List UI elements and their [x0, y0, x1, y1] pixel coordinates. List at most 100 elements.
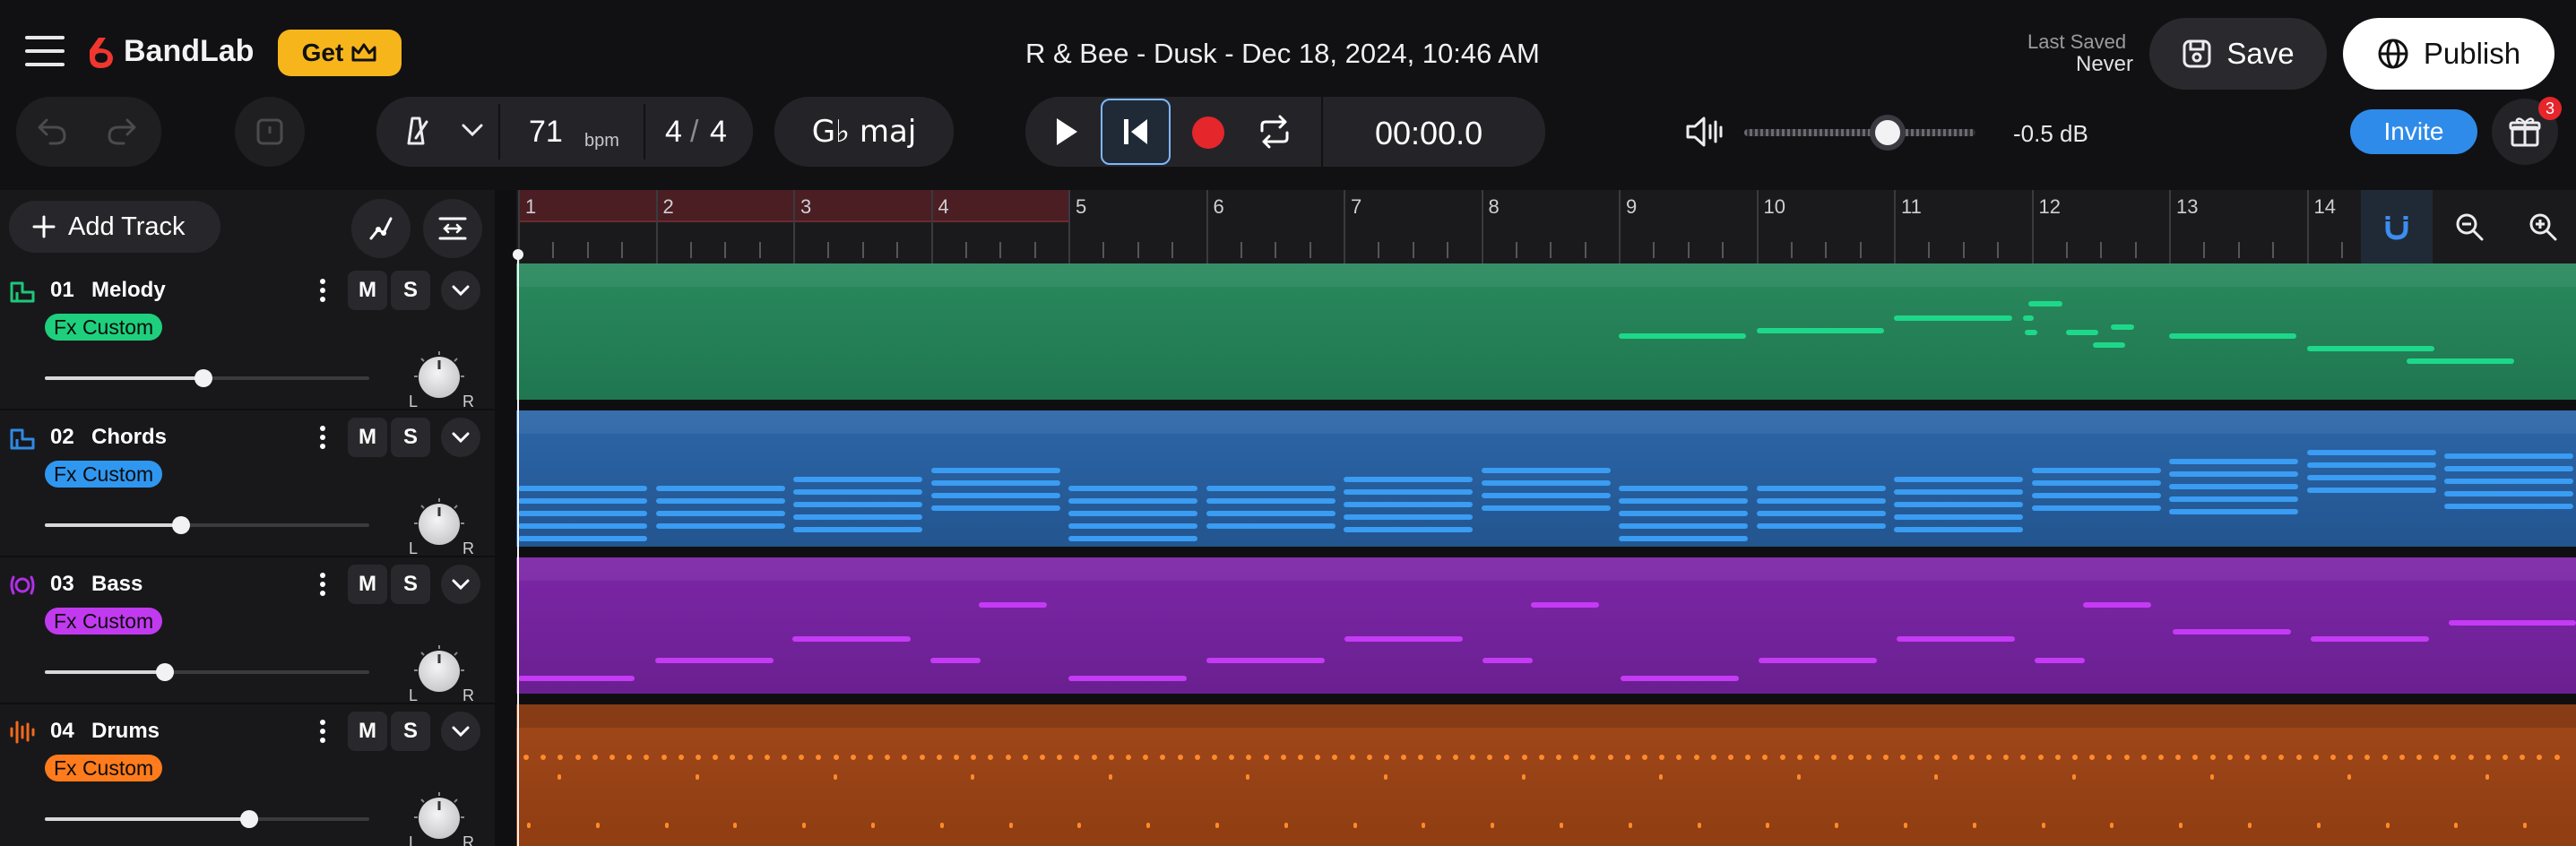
project-title[interactable]: R & Bee - Dusk - Dec 18, 2024, 10:46 AM	[1025, 38, 1540, 70]
master-volume-thumb[interactable]	[1870, 115, 1906, 151]
chords-lane[interactable]	[516, 410, 2576, 547]
save-button[interactable]: Save	[2149, 18, 2327, 90]
volume-icon[interactable]	[1685, 115, 1725, 149]
track-name[interactable]: Chords	[91, 425, 167, 450]
beat-tick	[896, 242, 899, 258]
track-lanes[interactable]	[516, 263, 2576, 846]
fx-preset-badge[interactable]: Fx Custom	[45, 755, 163, 781]
last-saved-value: Never	[2076, 52, 2134, 76]
playhead[interactable]	[517, 251, 519, 846]
drum-hit	[1831, 755, 1837, 760]
zoom-out-icon[interactable]	[2454, 212, 2485, 242]
tempo-value[interactable]: 71	[529, 115, 563, 150]
track-settings-button[interactable]	[423, 199, 482, 258]
drum-hit	[2451, 755, 2457, 760]
expand-track-button[interactable]	[441, 271, 480, 310]
expand-track-button[interactable]	[441, 712, 480, 751]
more-options-icon[interactable]	[319, 425, 326, 450]
mute-button[interactable]: M	[348, 271, 387, 310]
time-signature-numerator[interactable]: 4	[665, 115, 682, 150]
solo-button[interactable]: S	[391, 712, 430, 751]
track-volume-thumb[interactable]	[172, 516, 190, 534]
panel-toggle-button[interactable]	[235, 97, 305, 167]
midi-note	[1068, 536, 1197, 541]
metronome-icon[interactable]	[400, 115, 432, 147]
track-header[interactable]: 04 Drums M S Fx Custom L R	[0, 704, 495, 846]
drum-hit	[2248, 823, 2252, 828]
get-membership-button[interactable]: Get	[278, 30, 402, 76]
undo-icon[interactable]	[36, 117, 68, 147]
drum-hit	[1022, 755, 1028, 760]
publish-button[interactable]: Publish	[2343, 18, 2554, 90]
more-options-icon[interactable]	[319, 278, 326, 303]
playhead-handle[interactable]	[513, 249, 523, 260]
drum-hit	[1972, 823, 1976, 828]
track-name[interactable]: Melody	[91, 278, 166, 303]
melody-lane[interactable]	[516, 263, 2576, 400]
track-volume-thumb[interactable]	[194, 369, 212, 387]
solo-button[interactable]: S	[391, 418, 430, 457]
return-to-start-button[interactable]	[1101, 99, 1171, 165]
track-header[interactable]: 03 Bass M S Fx Custom L R	[0, 557, 495, 704]
drums-lane[interactable]	[516, 704, 2576, 846]
midi-note	[1756, 523, 1886, 529]
skip-back-icon	[1120, 117, 1151, 147]
add-track-button[interactable]: Add Track	[9, 201, 220, 253]
record-icon[interactable]	[1190, 115, 1226, 151]
beat-tick	[2340, 242, 2343, 258]
automation-button[interactable]	[351, 199, 411, 258]
drum-hit	[885, 755, 891, 760]
midi-note	[2306, 462, 2436, 468]
track-number: 04	[50, 719, 74, 743]
track-header[interactable]: 01 Melody M S Fx Custom L R	[0, 263, 495, 410]
expand-track-button[interactable]	[441, 418, 480, 457]
mute-button[interactable]: M	[348, 565, 387, 604]
track-name[interactable]: Drums	[91, 719, 160, 744]
chevron-down-icon[interactable]	[461, 122, 484, 138]
pan-left-label: L	[409, 686, 419, 704]
snap-magnet-icon[interactable]	[2361, 190, 2433, 263]
drum-hit	[816, 755, 822, 760]
bar-number: 10	[1763, 195, 1785, 218]
track-header[interactable]: 02 Chords M S Fx Custom L R	[0, 410, 495, 557]
track-volume-fill	[45, 376, 203, 380]
midi-note	[2173, 629, 2291, 634]
bar-number: 13	[2176, 195, 2199, 218]
time-signature-denominator[interactable]: 4	[710, 115, 727, 150]
solo-button[interactable]: S	[391, 271, 430, 310]
track-volume-thumb[interactable]	[156, 663, 174, 681]
brand-name[interactable]: BandLab	[124, 34, 254, 69]
fx-preset-badge[interactable]: Fx Custom	[45, 461, 163, 488]
drum-hit	[1040, 755, 1045, 760]
zoom-in-icon[interactable]	[2528, 212, 2558, 242]
timeline-ruler[interactable]: 1 2 3 4 5 6 7 8 9 10 11 12 13 14	[516, 190, 2576, 263]
save-icon	[2182, 39, 2212, 69]
bass-lane[interactable]	[516, 557, 2576, 694]
mute-button[interactable]: M	[348, 418, 387, 457]
bandlab-logo-icon[interactable]	[86, 34, 118, 70]
fx-preset-badge[interactable]: Fx Custom	[45, 608, 163, 634]
more-options-icon[interactable]	[319, 572, 326, 597]
play-icon[interactable]	[1052, 115, 1081, 149]
expand-track-button[interactable]	[441, 565, 480, 604]
beat-tick	[689, 242, 692, 258]
track-name[interactable]: Bass	[91, 572, 143, 597]
master-volume-slider[interactable]	[1744, 115, 1975, 151]
mute-button[interactable]: M	[348, 712, 387, 751]
midi-note	[930, 493, 1060, 498]
fx-preset-badge[interactable]: Fx Custom	[45, 314, 163, 341]
track-volume-thumb[interactable]	[240, 810, 258, 828]
midi-note	[518, 486, 647, 491]
gifts-button[interactable]: 3	[2492, 97, 2562, 165]
key-button[interactable]: G♭ maj	[774, 97, 954, 167]
drum-hit	[1194, 755, 1200, 760]
solo-button[interactable]: S	[391, 565, 430, 604]
more-options-icon[interactable]	[319, 719, 326, 744]
redo-icon[interactable]	[106, 117, 138, 147]
midi-note	[2444, 479, 2573, 484]
drum-hit	[1590, 755, 1596, 760]
bar-number: 12	[2038, 195, 2061, 218]
menu-icon[interactable]	[25, 36, 65, 66]
invite-button[interactable]: Invite	[2350, 109, 2477, 154]
loop-icon[interactable]	[1257, 115, 1292, 149]
